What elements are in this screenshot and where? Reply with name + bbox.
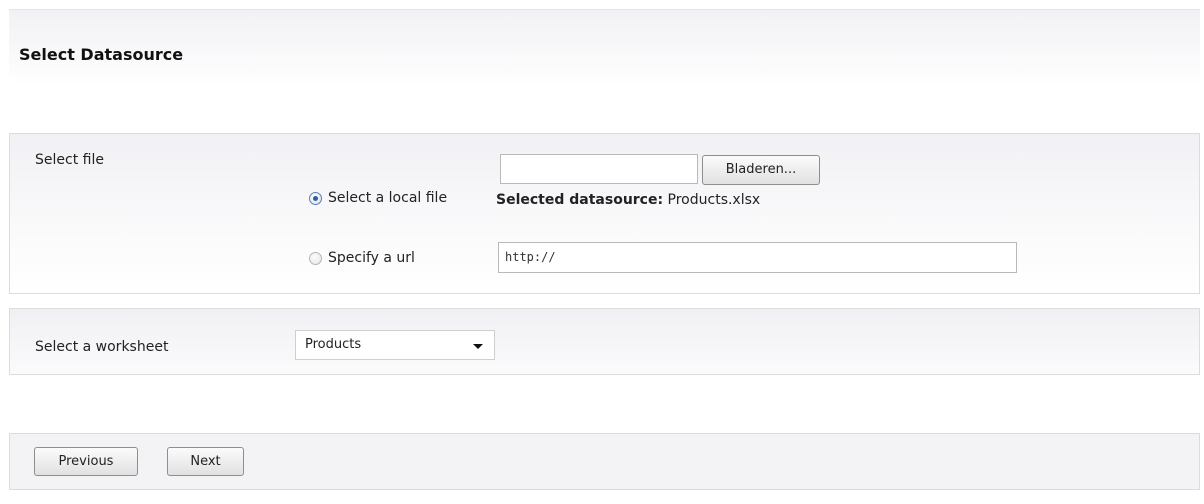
local-file-radio[interactable] xyxy=(309,192,322,205)
previous-button[interactable]: Previous xyxy=(34,447,138,476)
header-panel: Select Datasource xyxy=(9,9,1200,85)
next-button[interactable]: Next xyxy=(167,447,244,476)
browse-button[interactable]: Bladeren... xyxy=(702,155,820,185)
url-option-label[interactable]: Specify a url xyxy=(328,250,415,266)
selected-datasource: Selected datasource: Products.xlsx xyxy=(496,192,760,208)
local-file-option-label[interactable]: Select a local file xyxy=(328,190,447,206)
url-radio[interactable] xyxy=(309,252,322,265)
chevron-down-icon xyxy=(473,344,483,349)
select-file-label: Select file xyxy=(35,152,104,168)
selected-datasource-value: Products.xlsx xyxy=(667,192,761,208)
url-input[interactable]: http:// xyxy=(498,242,1017,273)
selected-datasource-label: Selected datasource: xyxy=(496,192,664,208)
navigation-panel: Previous Next xyxy=(9,433,1200,490)
file-path-input[interactable] xyxy=(500,154,698,184)
worksheet-selected-value: Products xyxy=(305,337,362,352)
select-file-panel: Select file Bladeren... Select a local f… xyxy=(9,133,1200,294)
worksheet-panel: Select a worksheet Products xyxy=(9,308,1200,375)
page-title: Select Datasource xyxy=(19,45,184,64)
worksheet-label: Select a worksheet xyxy=(35,339,169,355)
worksheet-select[interactable]: Products xyxy=(295,330,495,360)
